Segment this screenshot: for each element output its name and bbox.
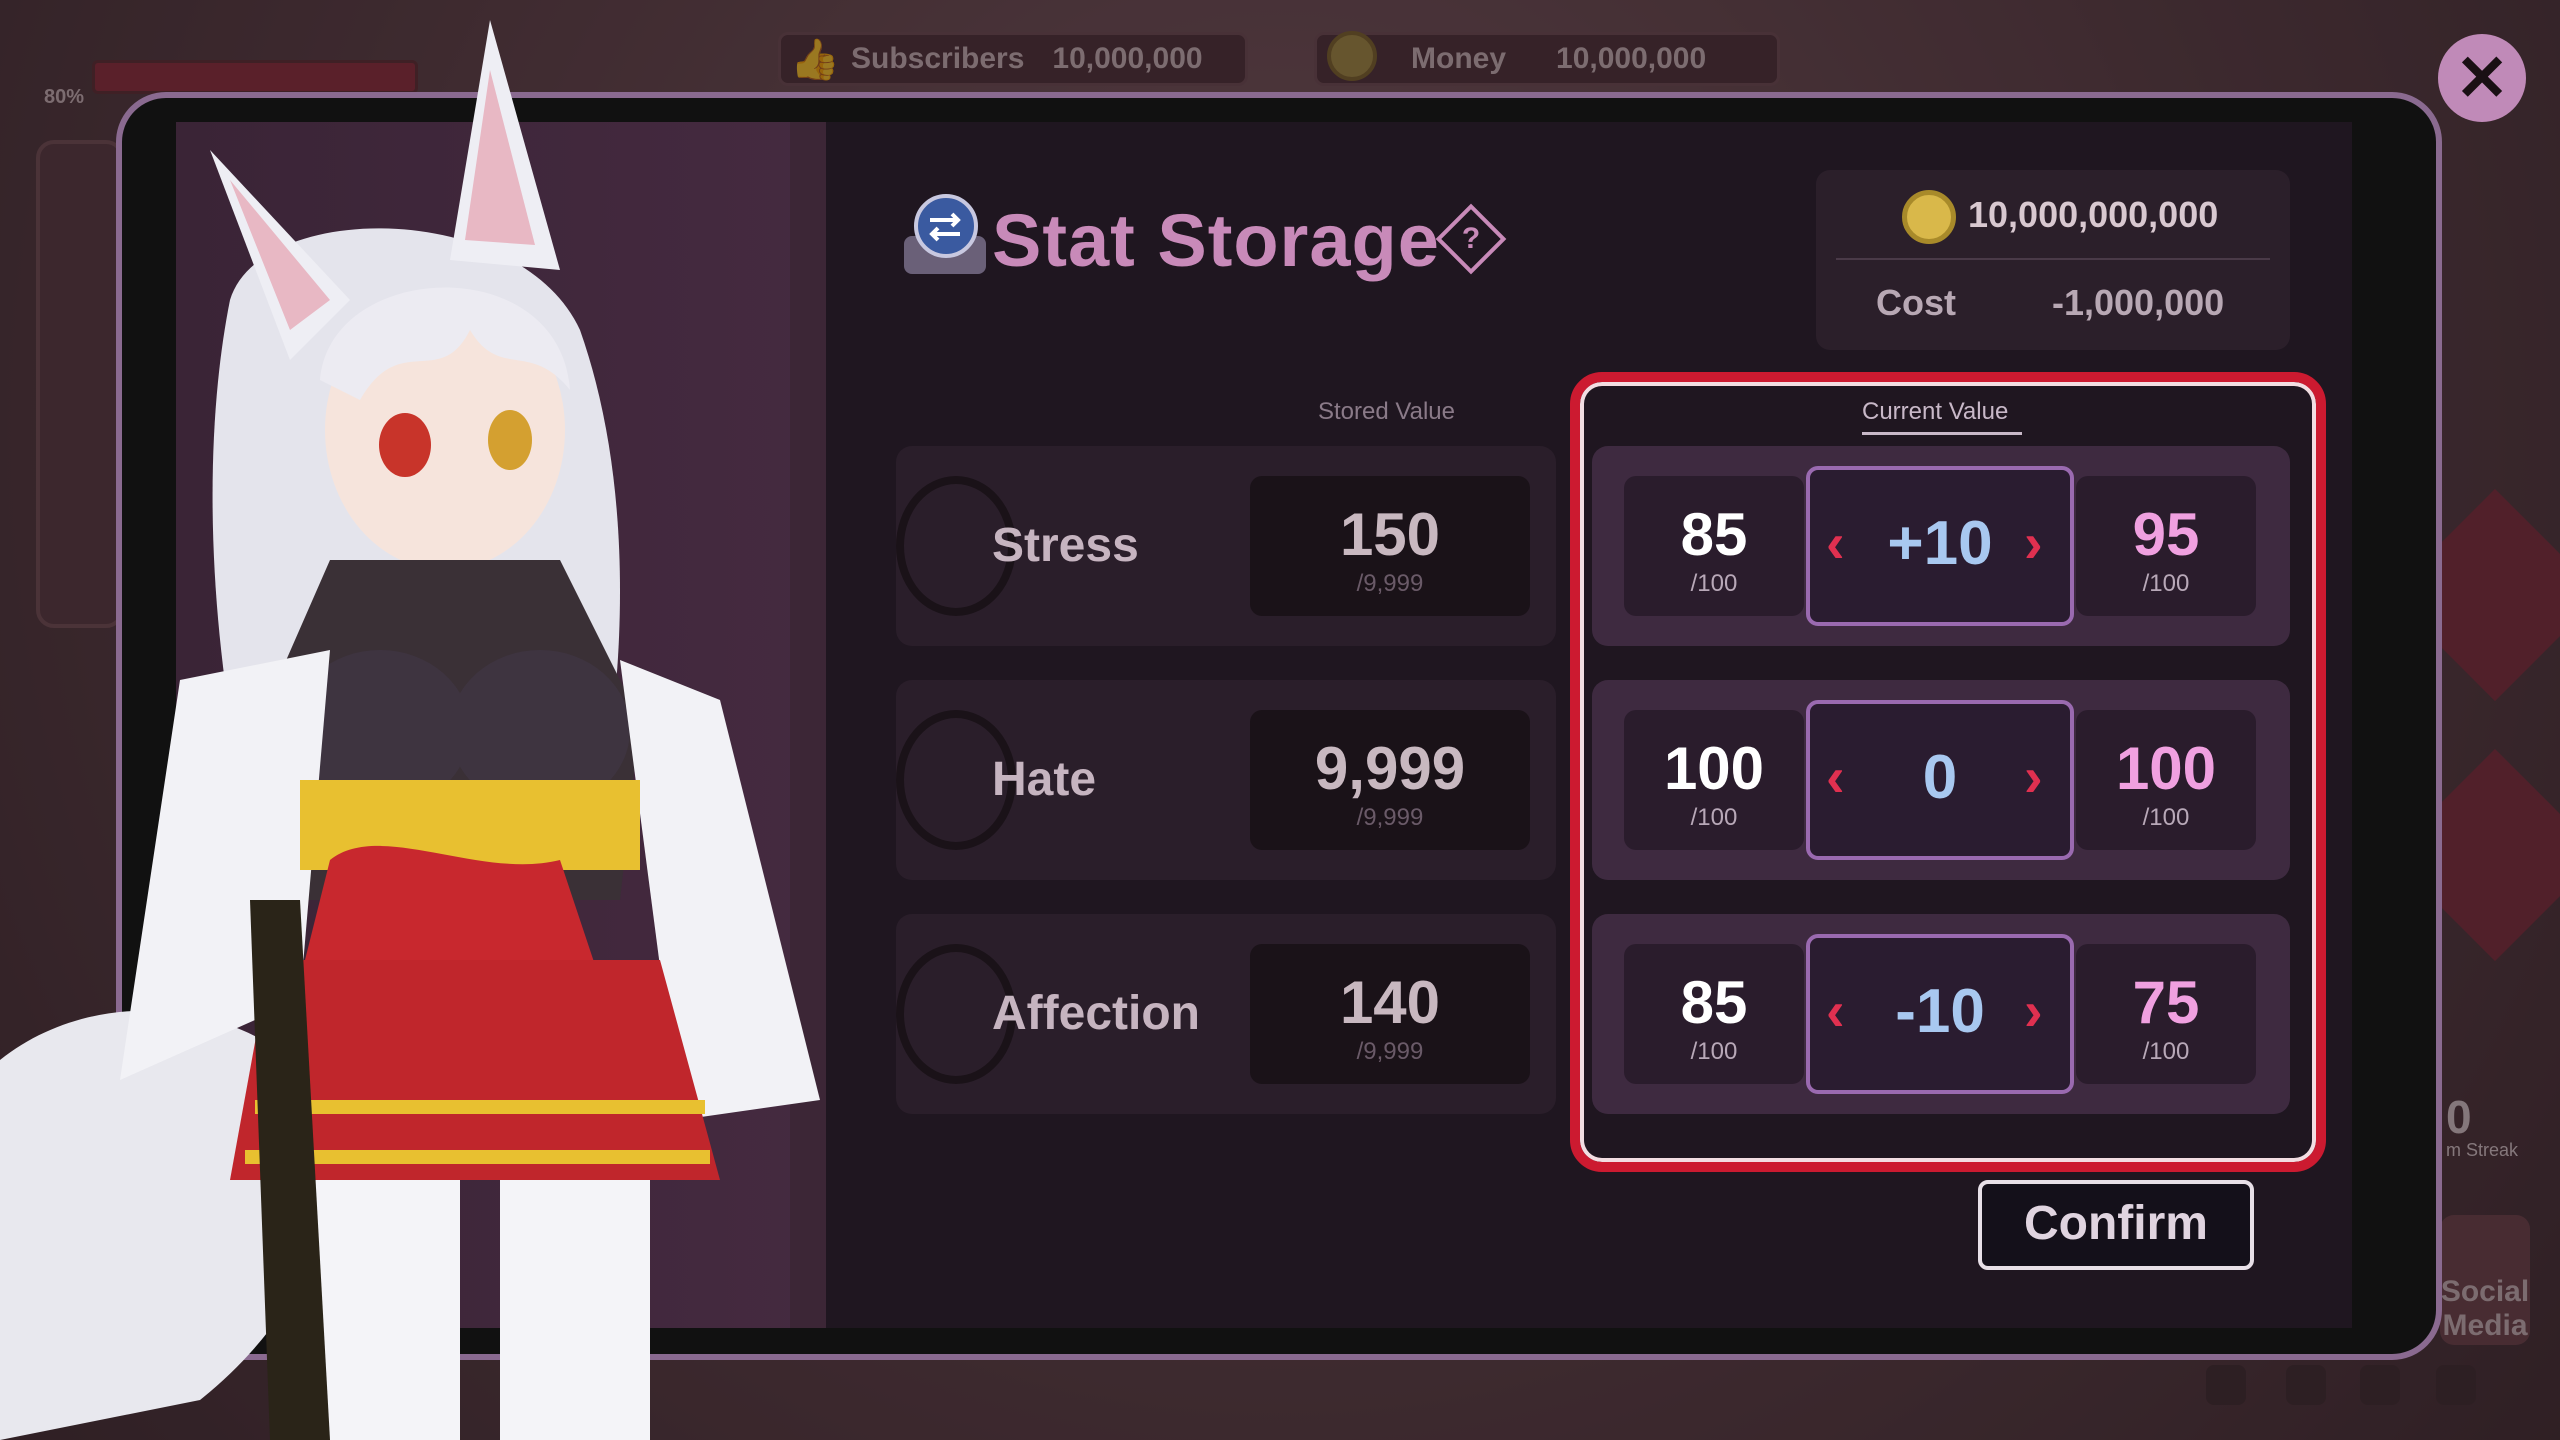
stat-name: Stress bbox=[992, 519, 1139, 572]
stat-name: Hate bbox=[992, 753, 1097, 806]
stored-max: /9,999 bbox=[1356, 570, 1424, 597]
help-glyph: ? bbox=[1461, 222, 1481, 255]
storage-swap-icon bbox=[904, 194, 986, 274]
stored-value-header: Stored Value bbox=[1318, 398, 1455, 425]
cost-value: -1,000,000 bbox=[2052, 282, 2225, 323]
coin-icon bbox=[1902, 190, 1956, 244]
increase-arrow-icon[interactable]: › bbox=[2024, 744, 2043, 809]
result-value: 100 bbox=[2115, 735, 2217, 802]
stored-value: 150 bbox=[1339, 501, 1441, 568]
stored-value: 9,999 bbox=[1314, 735, 1466, 802]
stored-value: 140 bbox=[1339, 969, 1441, 1036]
increase-arrow-icon[interactable]: › bbox=[2024, 978, 2043, 1043]
result-value: 95 bbox=[2132, 501, 2200, 568]
close-button[interactable]: ✕ bbox=[2438, 34, 2526, 122]
result-max: /100 bbox=[2142, 570, 2190, 597]
current-max: /100 bbox=[1690, 1038, 1738, 1065]
increase-arrow-icon[interactable]: › bbox=[2024, 510, 2043, 575]
current-max: /100 bbox=[1690, 804, 1738, 831]
current-max: /100 bbox=[1690, 570, 1738, 597]
cost-divider bbox=[1836, 258, 2270, 260]
confirm-button[interactable]: Confirm bbox=[1978, 1180, 2254, 1270]
stored-max: /9,999 bbox=[1356, 1038, 1424, 1065]
character-illustration bbox=[0, 20, 820, 1440]
current-value: 100 bbox=[1663, 735, 1765, 802]
cost-label: Cost bbox=[1876, 282, 1956, 323]
close-icon: ✕ bbox=[2455, 41, 2509, 114]
result-value: 75 bbox=[2132, 969, 2200, 1036]
current-value: 85 bbox=[1680, 501, 1748, 568]
modal-title: Stat Storage bbox=[992, 199, 1440, 282]
result-max: /100 bbox=[2142, 804, 2190, 831]
current-value: 85 bbox=[1680, 969, 1748, 1036]
balance-value: 10,000,000,000 bbox=[1968, 194, 2219, 235]
stored-max: /9,999 bbox=[1356, 804, 1424, 831]
result-max: /100 bbox=[2142, 1038, 2190, 1065]
stat-name: Affection bbox=[992, 987, 1200, 1040]
